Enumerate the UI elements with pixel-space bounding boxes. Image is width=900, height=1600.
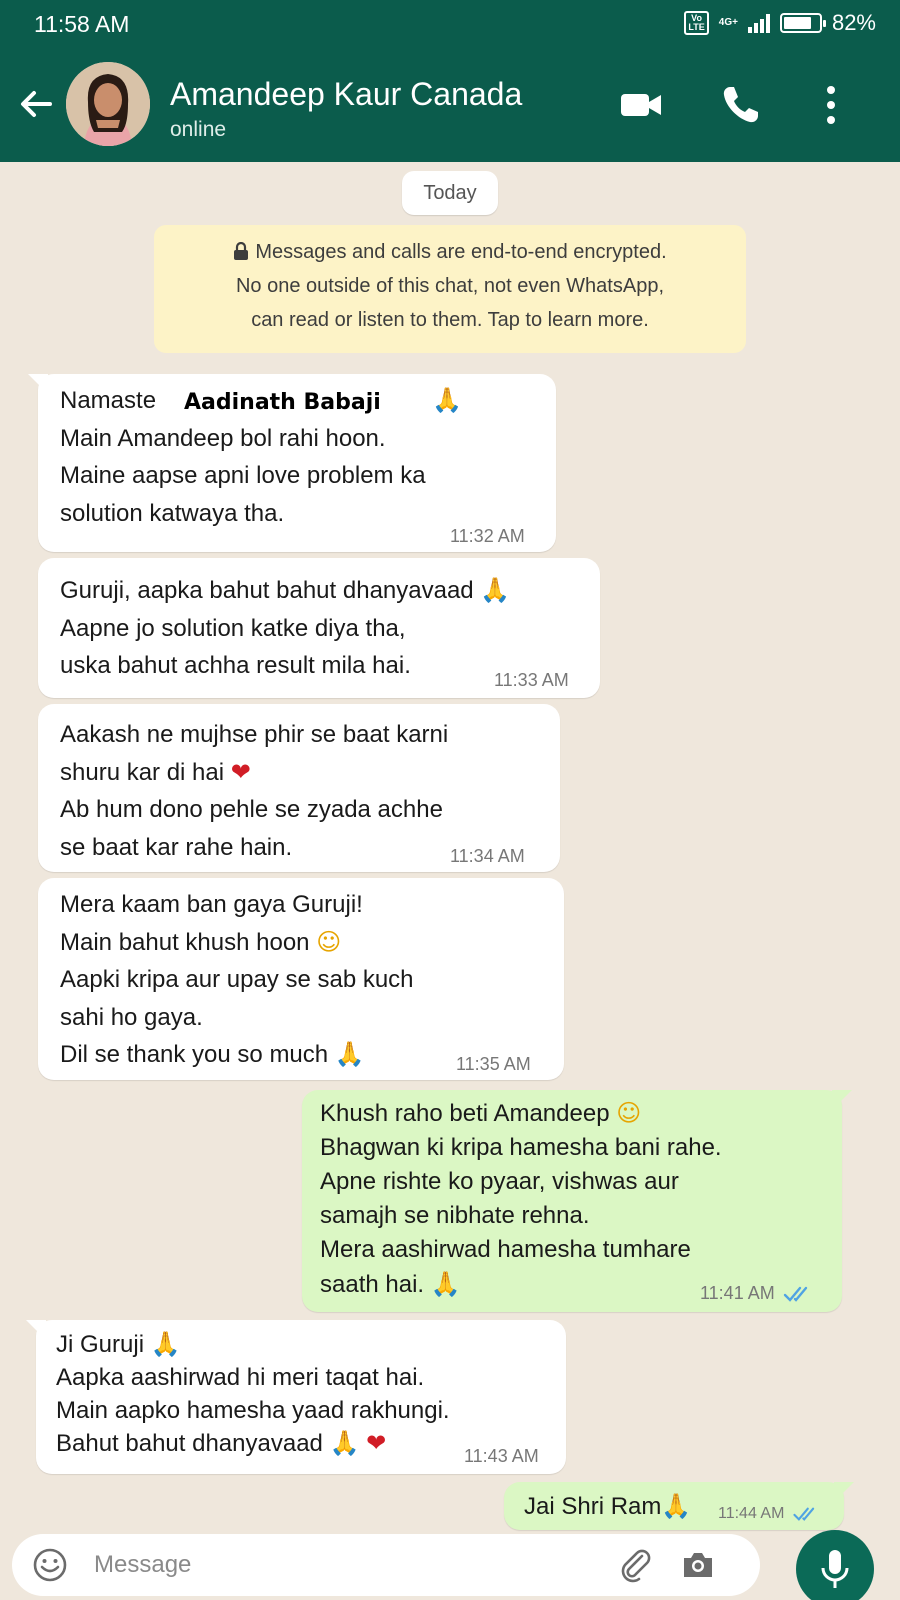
message-line: Ab hum dono pehle se zyada achhe [60,796,443,823]
message-line: Guruji, aapka bahut bahut dhanyavaad 🙏 [60,576,511,604]
message-line: Aapka aashirwad hi meri taqat hai. [56,1364,425,1391]
attach-icon[interactable] [618,1547,654,1583]
camera-icon[interactable] [680,1547,716,1583]
contact-name[interactable]: Amandeep Kaur Canada [170,76,522,113]
heart-emoji-icon: ❤ [366,1429,387,1457]
message-composer: Message [12,1534,760,1596]
message-time-status: 11:41 AM [700,1276,813,1310]
status-icons: Vo LTE 4G+ 82% [684,10,876,36]
message-line: Aapne jo solution katke diya tha, [60,614,406,642]
lock-icon [234,241,249,260]
incoming-message[interactable]: Mera kaam ban gaya Guruji! Main bahut kh… [38,878,564,1080]
message-line: Aakash ne mujhse phir se baat karni [60,721,449,748]
phone-call-icon[interactable] [718,82,764,128]
encryption-notice-line: Messages and calls are end-to-end encryp… [154,235,746,269]
voice-record-button[interactable] [796,1530,874,1600]
message-line: shuru kar di hai ❤ [60,757,251,786]
contact-avatar[interactable] [66,62,150,146]
incoming-message[interactable]: Guruji, aapka bahut bahut dhanyavaad 🙏 A… [38,558,600,698]
heart-emoji-icon: ❤ [230,757,251,786]
message-time: 11:32 AM [450,526,525,546]
encryption-notice[interactable]: Messages and calls are end-to-end encryp… [154,225,746,353]
pray-emoji-icon: 🙏 [661,1492,692,1520]
pray-emoji-icon: 🙏 [480,576,511,604]
bubble-tail [832,1090,852,1110]
bubble-tail [26,1320,46,1340]
emoji-icon[interactable] [32,1547,68,1583]
contact-online-status: online [170,118,227,141]
pray-emoji-icon: 🙏 [329,1429,360,1457]
smile-emoji-icon: ☺ [616,1099,642,1127]
double-check-icon [783,1287,807,1303]
message-time: 11:43 AM [464,1446,539,1466]
message-time: 11:34 AM [450,846,525,866]
mic-icon [821,1550,849,1588]
battery-percent: 82% [831,10,876,35]
message-line: Mera kaam ban gaya Guruji! [60,891,363,918]
signal-icon [747,13,770,33]
message-line: sahi ho gaya. [60,1003,203,1031]
status-bar: 11:58 AM Vo LTE 4G+ 82% [0,0,900,48]
message-line: Maine aapse apni love problem ka [60,462,426,489]
smile-emoji-icon: ☺ [316,927,342,956]
bubble-tail [28,374,48,394]
video-call-icon[interactable] [618,82,664,128]
pray-emoji-icon: 🙏 [150,1330,181,1358]
bubble-tail [834,1482,854,1502]
message-line: Main aapko hamesha yaad rakhungi. [56,1397,450,1424]
message-line: Khush raho beti Amandeep ☺ [320,1099,642,1127]
message-line: Ji Guruji 🙏 [56,1330,181,1358]
battery-icon [779,13,826,33]
message-time: 11:35 AM [456,1054,531,1074]
chat-header: 11:58 AM Vo LTE 4G+ 82% Amandeep Kaur Can… [0,0,900,162]
message-line: Mera aashirwad hamesha tumhare [320,1236,691,1263]
message-line: Main bahut khush hoon ☺ [60,927,342,956]
volte-icon: Vo LTE [684,11,709,35]
encryption-notice-line: No one outside of this chat, not even Wh… [235,275,665,297]
date-divider: Today [402,171,498,215]
message-line: Aapki kripa aur upay se sab kuch [60,966,414,993]
message-line: Main Amandeep bol rahi hoon. [60,424,386,452]
pray-emoji-icon: 🙏 [430,1270,461,1298]
message-line: Bhagwan ki kripa hamesha bani rahe. [320,1134,722,1161]
network-type: 4G+ [718,17,738,28]
double-check-icon [793,1507,815,1521]
back-arrow-icon[interactable] [16,84,56,124]
message-line: Apne rishte ko pyaar, vishwas aur [320,1168,679,1195]
message-line: samajh se nibhate rehna. [320,1202,590,1229]
pray-emoji-icon: 🙏 [432,386,462,414]
encryption-notice-line: can read or listen to them. Tap to learn… [251,309,649,331]
message-time-status: 11:44 AM [718,1496,820,1532]
more-options-icon[interactable] [808,82,854,128]
outgoing-message[interactable]: Khush raho beti Amandeep ☺ Bhagwan ki kr… [302,1090,852,1312]
pray-emoji-icon: 🙏 [334,1040,365,1068]
message-input[interactable]: Message [94,1551,191,1579]
message-time: 11:33 AM [494,670,569,690]
incoming-message[interactable]: Ji Guruji 🙏 Aapka aashirwad hi meri taqa… [26,1320,566,1474]
status-time: 11:58 AM [34,11,130,37]
outgoing-message[interactable]: Jai Shri Ram🙏 11:44 AM [504,1482,854,1532]
incoming-message[interactable]: Aakash ne mujhse phir se baat karni shur… [38,704,560,872]
sticker-name-overlay: Aadinath Babaji [184,390,381,415]
